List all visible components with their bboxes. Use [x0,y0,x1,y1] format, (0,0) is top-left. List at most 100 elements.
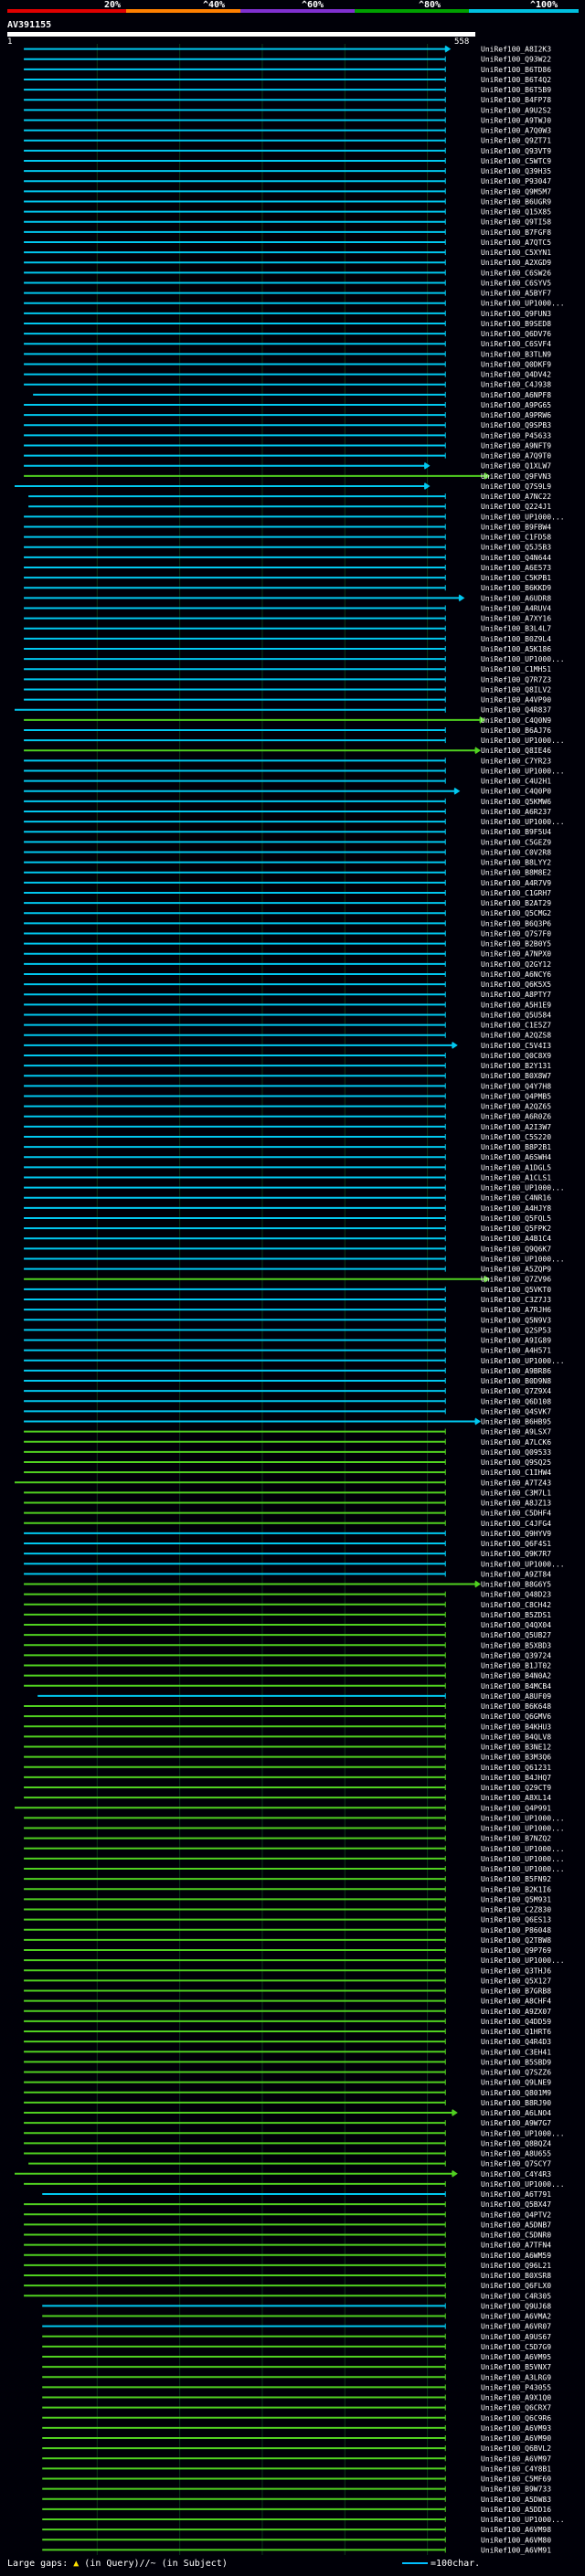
hit-label[interactable]: UniRef100_Q2TBW8 [481,1936,551,1945]
hit-label[interactable]: UniRef100_Q4N644 [481,554,551,562]
hit-label[interactable]: UniRef100_B1JT02 [481,1662,551,1670]
hit-label[interactable]: UniRef100_Q9P769 [481,1946,551,1955]
hit-label[interactable]: UniRef100_Q9K7R7 [481,1550,551,1558]
hit-label[interactable]: UniRef100_B6T5B9 [481,86,551,94]
hit-label[interactable]: UniRef100_Q224J1 [481,503,551,511]
hit-label[interactable]: UniRef100_B6UGR9 [481,197,551,206]
hit-label[interactable]: UniRef100_UP1000... [481,1357,565,1365]
hit-label[interactable]: UniRef100_A9IG89 [481,1337,551,1345]
hit-label[interactable]: UniRef100_A5DW83 [481,2496,551,2504]
hit-label[interactable]: UniRef100_C2Z830 [481,1906,551,1914]
hit-label[interactable]: UniRef100_C5KPB1 [481,574,551,582]
hit-label[interactable]: UniRef100_B4QLV8 [481,1733,551,1741]
hit-label[interactable]: UniRef100_A1CLS1 [481,1173,551,1182]
hit-label[interactable]: UniRef100_B8LYY2 [481,859,551,867]
hit-label[interactable]: UniRef100_UP1000... [481,1855,565,1863]
hit-label[interactable]: UniRef100_UP1000... [481,818,565,826]
hit-label[interactable]: UniRef100_Q5FQL5 [481,1214,551,1223]
hit-label[interactable]: UniRef100_A9LSX7 [481,1428,551,1436]
hit-label[interactable]: UniRef100_Q6C9R6 [481,2414,551,2422]
hit-label[interactable]: UniRef100_Q4PMB5 [481,1092,551,1100]
hit-label[interactable]: UniRef100_A9US67 [481,2333,551,2341]
hit-label[interactable]: UniRef100_Q39724 [481,1651,551,1659]
hit-label[interactable]: UniRef100_Q8BQZ4 [481,2139,551,2147]
hit-label[interactable]: UniRef100_B3TLN9 [481,350,551,358]
hit-label[interactable]: UniRef100_A4H571 [481,1347,551,1355]
hit-label[interactable]: UniRef100_B9SED8 [481,320,551,328]
hit-label[interactable]: UniRef100_C5MF69 [481,2475,551,2484]
hit-label[interactable]: UniRef100_A6R0Z6 [481,1113,551,1121]
hit-label[interactable]: UniRef100_A4HJY8 [481,1204,551,1213]
hit-label[interactable]: UniRef100_UP1000... [481,1255,565,1263]
hit-label[interactable]: UniRef100_B5SBD9 [481,2058,551,2066]
hit-label[interactable]: UniRef100_A6SWH4 [481,1153,551,1161]
hit-label[interactable]: UniRef100_Q5UB27 [481,1631,551,1639]
hit-label[interactable]: UniRef100_A5ZQP9 [481,1266,551,1274]
hit-label[interactable]: UniRef100_A6VM95 [481,2353,551,2361]
hit-label[interactable]: UniRef100_UP1000... [481,1814,565,1822]
hit-label[interactable]: UniRef100_Q9ZT71 [481,137,551,145]
hit-label[interactable]: UniRef100_Q2SP53 [481,1326,551,1334]
hit-label[interactable]: UniRef100_A7NC22 [481,493,551,501]
hit-label[interactable]: UniRef100_Q2GY12 [481,960,551,969]
hit-label[interactable]: UniRef100_A9ZT84 [481,1570,551,1578]
hit-label[interactable]: UniRef100_Q7S7F0 [481,929,551,938]
hit-label[interactable]: UniRef100_Q5BX47 [481,2200,551,2209]
hit-label[interactable]: UniRef100_C1IHW4 [481,1468,551,1477]
hit-label[interactable]: UniRef100_B6KKD9 [481,584,551,592]
hit-label[interactable]: UniRef100_Q6D108 [481,1397,551,1405]
hit-label[interactable]: UniRef100_UP1000... [481,2129,565,2137]
hit-label[interactable]: UniRef100_A6NPF8 [481,391,551,399]
hit-label[interactable]: UniRef100_A4B1C4 [481,1235,551,1243]
hit-label[interactable]: UniRef100_C8CH42 [481,1601,551,1609]
hit-label[interactable]: UniRef100_B4FP78 [481,96,551,104]
hit-label[interactable]: UniRef100_A9TWJ0 [481,116,551,124]
hit-label[interactable]: UniRef100_C1GRH7 [481,889,551,897]
hit-label[interactable]: UniRef100_B7GRB8 [481,1988,551,1996]
hit-label[interactable]: UniRef100_Q1HRT6 [481,2028,551,2036]
hit-label[interactable]: UniRef100_B7FGF8 [481,228,551,237]
hit-label[interactable]: UniRef100_UP1000... [481,767,565,775]
hit-label[interactable]: UniRef100_B6TD86 [481,66,551,74]
hit-label[interactable]: UniRef100_Q5M931 [481,1895,551,1903]
hit-label[interactable]: UniRef100_A8I2K3 [481,46,551,54]
hit-label[interactable]: UniRef100_A7TZ43 [481,1479,551,1487]
hit-label[interactable]: UniRef100_C1E5Z7 [481,1022,551,1030]
hit-label[interactable]: UniRef100_A8CHF4 [481,1998,551,2006]
hit-label[interactable]: UniRef100_B6HB95 [481,1418,551,1426]
hit-label[interactable]: UniRef100_B0D9N8 [481,1377,551,1385]
hit-label[interactable]: UniRef100_UP1000... [481,2516,565,2524]
hit-label[interactable]: UniRef100_C5GEZ9 [481,838,551,846]
hit-label[interactable]: UniRef100_UP1000... [481,1956,565,1965]
hit-label[interactable]: UniRef100_Q9UJ68 [481,2302,551,2310]
hit-label[interactable]: UniRef100_Q7SCY7 [481,2160,551,2168]
hit-label[interactable]: UniRef100_C4J938 [481,381,551,389]
hit-label[interactable]: UniRef100_UP1000... [481,2180,565,2189]
hit-label[interactable]: UniRef100_Q5U584 [481,1011,551,1019]
hit-label[interactable]: UniRef100_Q6F4S1 [481,1540,551,1548]
hit-label[interactable]: UniRef100_UP1000... [481,513,565,521]
hit-label[interactable]: UniRef100_Q5FPK2 [481,1224,551,1233]
hit-label[interactable]: UniRef100_A4RUV4 [481,604,551,612]
hit-label[interactable]: UniRef100_B8M8E2 [481,869,551,877]
hit-label[interactable]: UniRef100_A5H1E9 [481,1001,551,1009]
hit-label[interactable]: UniRef100_A7QTC5 [481,239,551,247]
hit-label[interactable]: UniRef100_Q4DD59 [481,2018,551,2026]
hit-label[interactable]: UniRef100_A8PTY7 [481,991,551,999]
hit-label[interactable]: UniRef100_Q5KMW6 [481,798,551,806]
hit-label[interactable]: UniRef100_P43055 [481,2383,551,2391]
hit-label[interactable]: UniRef100_Q9HYV9 [481,1530,551,1538]
hit-label[interactable]: UniRef100_B4MCB4 [481,1682,551,1691]
hit-label[interactable]: UniRef100_A7RJH6 [481,1306,551,1314]
hit-label[interactable]: UniRef100_C3EH41 [481,2048,551,2056]
hit-label[interactable]: UniRef100_UP1000... [481,1825,565,1833]
hit-label[interactable]: UniRef100_A6VR07 [481,2323,551,2331]
hit-label[interactable]: UniRef100_A6VM93 [481,2424,551,2433]
hit-label[interactable]: UniRef100_C0V2R8 [481,848,551,856]
hit-label[interactable]: UniRef100_B0Z9L4 [481,635,551,643]
hit-label[interactable]: UniRef100_A5BYF7 [481,290,551,298]
hit-label[interactable]: UniRef100_B3NE12 [481,1744,551,1752]
hit-label[interactable]: UniRef100_A7Q0W3 [481,127,551,135]
hit-label[interactable]: UniRef100_B9F5U4 [481,828,551,836]
hit-label[interactable]: UniRef100_Q4PTV2 [481,2210,551,2219]
